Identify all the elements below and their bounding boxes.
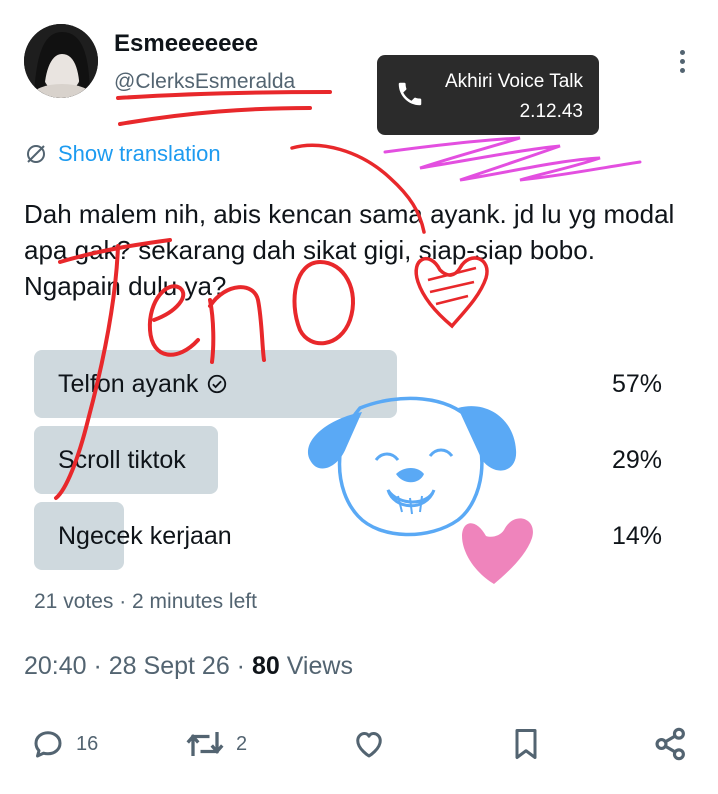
poll-option-label: Telfon ayank (58, 370, 199, 398)
poll-option-label: Ngecek kerjaan (58, 522, 232, 550)
reply-icon (34, 731, 62, 758)
post-text: Dah malem nih, abis kencan sama ayank. j… (24, 199, 675, 301)
translate-icon (27, 145, 45, 163)
user-handle[interactable]: @ClerksEsmeralda (114, 70, 295, 94)
heart-icon (356, 732, 382, 758)
more-options-icon[interactable] (670, 50, 694, 80)
views-count: 80 (251, 652, 280, 680)
poll-option[interactable]: Telfon ayank 57% (34, 350, 670, 418)
show-translation-label: Show translation (58, 141, 221, 166)
post-time: 20:40 (24, 652, 87, 680)
poll-option[interactable]: Ngecek kerjaan 14% (34, 502, 670, 570)
post-timestamp: 20:40 · 28 Sept 26 · 80 Views (24, 652, 353, 680)
avatar[interactable] (24, 24, 98, 98)
check-circle-icon (208, 374, 227, 394)
repost-button[interactable]: 2 (184, 724, 247, 764)
repost-count: 2 (236, 732, 248, 755)
reply-button[interactable]: 16 (30, 724, 98, 764)
views-label: Views (286, 652, 353, 680)
call-duration: 2.12.43 (519, 101, 583, 122)
like-button[interactable] (350, 724, 388, 764)
voice-call-toast[interactable]: Akhiri Voice Talk 2.12.43 (377, 55, 599, 135)
poll-option-label: Scroll tiktok (58, 446, 186, 474)
share-icon (655, 727, 685, 761)
phone-icon (398, 82, 422, 106)
bookmark-button[interactable] (508, 724, 544, 764)
poll-option-percent: 14% (611, 522, 662, 550)
avatar-image (24, 24, 98, 98)
call-toast-title: Akhiri Voice Talk (445, 71, 583, 92)
poll-option[interactable]: Scroll tiktok 29% (34, 426, 670, 494)
reply-count: 16 (76, 732, 99, 755)
display-name[interactable]: Esmeeeeeee (114, 30, 258, 58)
post-date: 28 Sept 26 (108, 652, 230, 680)
repost-icon (186, 732, 224, 756)
poll-option-percent: 57% (611, 370, 662, 398)
share-button[interactable] (652, 724, 690, 764)
poll-meta: 21 votes · 2 minutes left (34, 590, 257, 613)
bookmark-icon (515, 729, 537, 759)
poll-option-percent: 29% (611, 446, 662, 474)
show-translation-link[interactable]: Show translation (24, 140, 221, 168)
